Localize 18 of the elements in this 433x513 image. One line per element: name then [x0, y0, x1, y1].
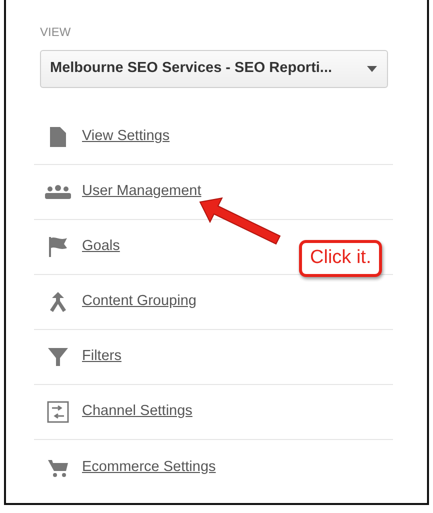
menu-link[interactable]: Channel Settings — [82, 401, 192, 423]
menu-link[interactable]: Filters — [82, 346, 122, 368]
people-icon — [45, 185, 71, 199]
menu-link[interactable]: Ecommerce Settings — [82, 456, 216, 478]
document-icon — [50, 127, 66, 147]
flag-icon — [48, 237, 68, 257]
filter-icon — [48, 347, 68, 367]
cart-icon — [48, 458, 68, 478]
menu-link[interactable]: Content Grouping — [82, 291, 196, 313]
view-label: VIEW — [40, 24, 71, 41]
callout: Click it. — [299, 240, 382, 276]
merge-icon — [50, 292, 66, 312]
sliders-icon — [47, 401, 69, 423]
menu-link[interactable]: Goals — [82, 236, 120, 258]
menu-link[interactable]: View Settings — [82, 126, 170, 148]
menu-link[interactable]: User Management — [82, 181, 202, 203]
caret-icon — [367, 66, 377, 72]
view-dropdown[interactable]: Melbourne SEO Services - SEO Reporti... — [40, 50, 388, 88]
